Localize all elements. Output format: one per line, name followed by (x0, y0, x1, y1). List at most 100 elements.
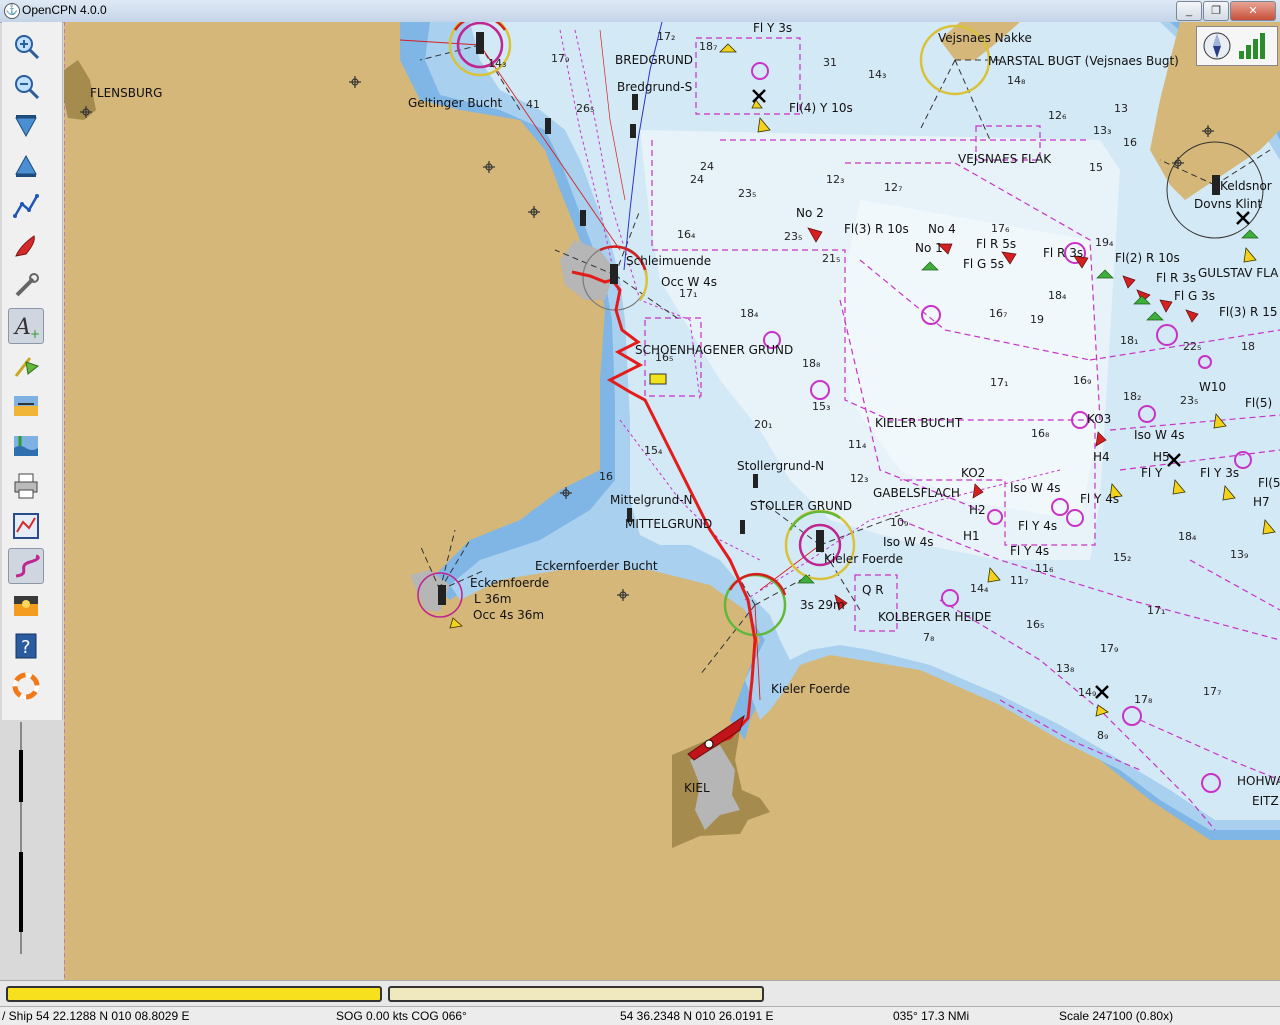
depth-sounding: 15₄ (644, 444, 663, 457)
follow-ship-button[interactable] (8, 228, 44, 264)
label-isow4s-b: Iso W 4s (1010, 481, 1061, 495)
label-h1: H1 (963, 529, 980, 543)
depth-sounding: 17₆ (991, 222, 1010, 235)
label-kolberger: KOLBERGER HEIDE (878, 610, 992, 624)
depth-sounding: 23₅ (1180, 394, 1198, 407)
zoom-in-icon (15, 35, 40, 60)
label-fly3s: Fl Y 3s (753, 22, 792, 35)
depth-sounding: 16₅ (655, 351, 673, 364)
label-schleimuende: Schleimuende (626, 254, 711, 268)
svg-text:?: ? (21, 637, 31, 658)
label-mittelgrund-n: Mittelgrund-N (610, 493, 693, 507)
title-bar: ⚓ OpenCPN 4.0.0 _ ❐ ✕ (0, 0, 1280, 23)
depth-sounding: 41 (526, 98, 540, 111)
scale-up-button[interactable] (8, 148, 44, 184)
label-vejsnaes-flak: VEJSNAES FLAK (958, 152, 1052, 166)
depth-sounding: 22₅ (1183, 340, 1201, 353)
depth-sounding: 16 (1123, 136, 1137, 149)
depth-sounding: 19₄ (1095, 236, 1114, 249)
scale-down-button[interactable] (8, 108, 44, 144)
label-eckernfoerde: Eckernfoerde (470, 576, 549, 590)
label-l36m: L 36m (474, 592, 511, 606)
label-fly4s-c: Fl Y 4s (1010, 544, 1049, 558)
zoom-in-button[interactable] (8, 28, 44, 64)
depth-sounding: 24 (700, 160, 714, 173)
tide-icon (14, 436, 38, 456)
label-ko2: KO2 (961, 466, 985, 480)
settings-icon (15, 273, 39, 297)
depth-sounding: 17₇ (1203, 685, 1221, 698)
label-flensburg: FLENSBURG (90, 86, 162, 100)
text-button[interactable]: A + (8, 308, 44, 344)
label-kieler-foerde-light: Kieler Foerde (824, 552, 903, 566)
label-h7: H7 (1253, 495, 1270, 509)
label-fly: Fl Y (1141, 466, 1163, 480)
main-toolbar: A + ? (2, 22, 63, 720)
help-button[interactable]: ? (8, 628, 44, 664)
bearing-distance: 035° 17.3 NMi (893, 1009, 970, 1023)
scale-up-icon (15, 154, 37, 177)
chart-key-active[interactable] (6, 986, 382, 1002)
label-fly3s-b: Fl Y 3s (1200, 466, 1239, 480)
route-icon (13, 194, 39, 218)
depth-sounding: 8₉ (1097, 729, 1108, 742)
mob-button[interactable] (8, 668, 44, 704)
depth-sounding: 11₄ (848, 438, 867, 451)
print-button[interactable] (8, 468, 44, 504)
depth-sounding: 21₅ (822, 252, 840, 265)
track-button[interactable] (8, 548, 44, 584)
maximize-button[interactable]: ❐ (1203, 1, 1229, 21)
depth-sounding: 14₈ (1007, 74, 1026, 87)
current-button[interactable] (8, 388, 44, 424)
depth-sounding: 13 (1114, 102, 1128, 115)
depth-sounding: 19 (1030, 313, 1044, 326)
depth-sounding: 17₁ (990, 376, 1008, 389)
chart-canvas[interactable]: FLENSBURG Geltinger Bucht BREDGRUND Bred… (64, 22, 1280, 980)
depth-sounding: 18₄ (740, 307, 759, 320)
ship-position: / Ship 54 22.1288 N 010 08.8029 E (2, 1009, 190, 1023)
follow-ship-icon (15, 235, 35, 257)
label-w10: W10 (1199, 380, 1226, 394)
label-fly4s: Fl Y 4s (1080, 492, 1119, 506)
nautical-chart[interactable]: FLENSBURG Geltinger Bucht BREDGRUND Bred… (64, 22, 1280, 980)
depth-sounding: 15 (1089, 161, 1103, 174)
route-manager-button[interactable] (8, 508, 44, 544)
depth-sounding: 12₇ (884, 181, 902, 194)
label-kieler-foerde: Kieler Foerde (771, 682, 850, 696)
close-button[interactable]: ✕ (1230, 1, 1276, 21)
label-mittelgrund: MITTELGRUND (625, 517, 712, 531)
label-keldsnor: Keldsnor (1220, 179, 1272, 193)
depth-sounding: 12₃ (850, 472, 868, 485)
chart-bar-indicator (19, 722, 23, 954)
label-flr3s: Fl R 3s (1043, 246, 1083, 260)
status-bar: / Ship 54 22.1288 N 010 08.8029 E SOG 0.… (0, 1006, 1280, 1025)
svg-text:+: + (30, 327, 40, 340)
label-kieler-bucht: KIELER BUCHT (875, 416, 963, 430)
compass-icon (1203, 32, 1265, 60)
zoom-out-button[interactable] (8, 68, 44, 104)
depth-sounding: 16₉ (1073, 374, 1091, 387)
compass-widget[interactable] (1196, 26, 1278, 66)
label-stollergrund-n: Stollergrund-N (737, 459, 824, 473)
waypoint-button[interactable] (8, 348, 44, 384)
color-scheme-button[interactable] (8, 588, 44, 624)
chart-key-inactive[interactable] (388, 986, 764, 1002)
depth-sounding: 24 (690, 173, 704, 186)
minimize-button[interactable]: _ (1176, 1, 1202, 21)
depth-sounding: 16₈ (1031, 427, 1050, 440)
depth-sounding: 16₇ (989, 307, 1007, 320)
svg-text:A: A (13, 315, 31, 340)
route-button[interactable] (8, 188, 44, 224)
label-bredgrund: BREDGRUND (615, 53, 693, 67)
waypoint-icon (14, 357, 40, 377)
label-no2: No 2 (796, 206, 824, 220)
scale-down-icon (15, 115, 37, 138)
settings-button[interactable] (8, 268, 44, 304)
zoom-out-icon (15, 75, 40, 100)
depth-sounding: 14₉ (1078, 686, 1096, 699)
depth-sounding: 13₈ (1056, 662, 1075, 675)
depth-sounding: 12₃ (826, 173, 844, 186)
depth-sounding: 18₂ (1123, 390, 1141, 403)
tide-button[interactable] (8, 428, 44, 464)
depth-sounding: 16₅ (1026, 618, 1044, 631)
